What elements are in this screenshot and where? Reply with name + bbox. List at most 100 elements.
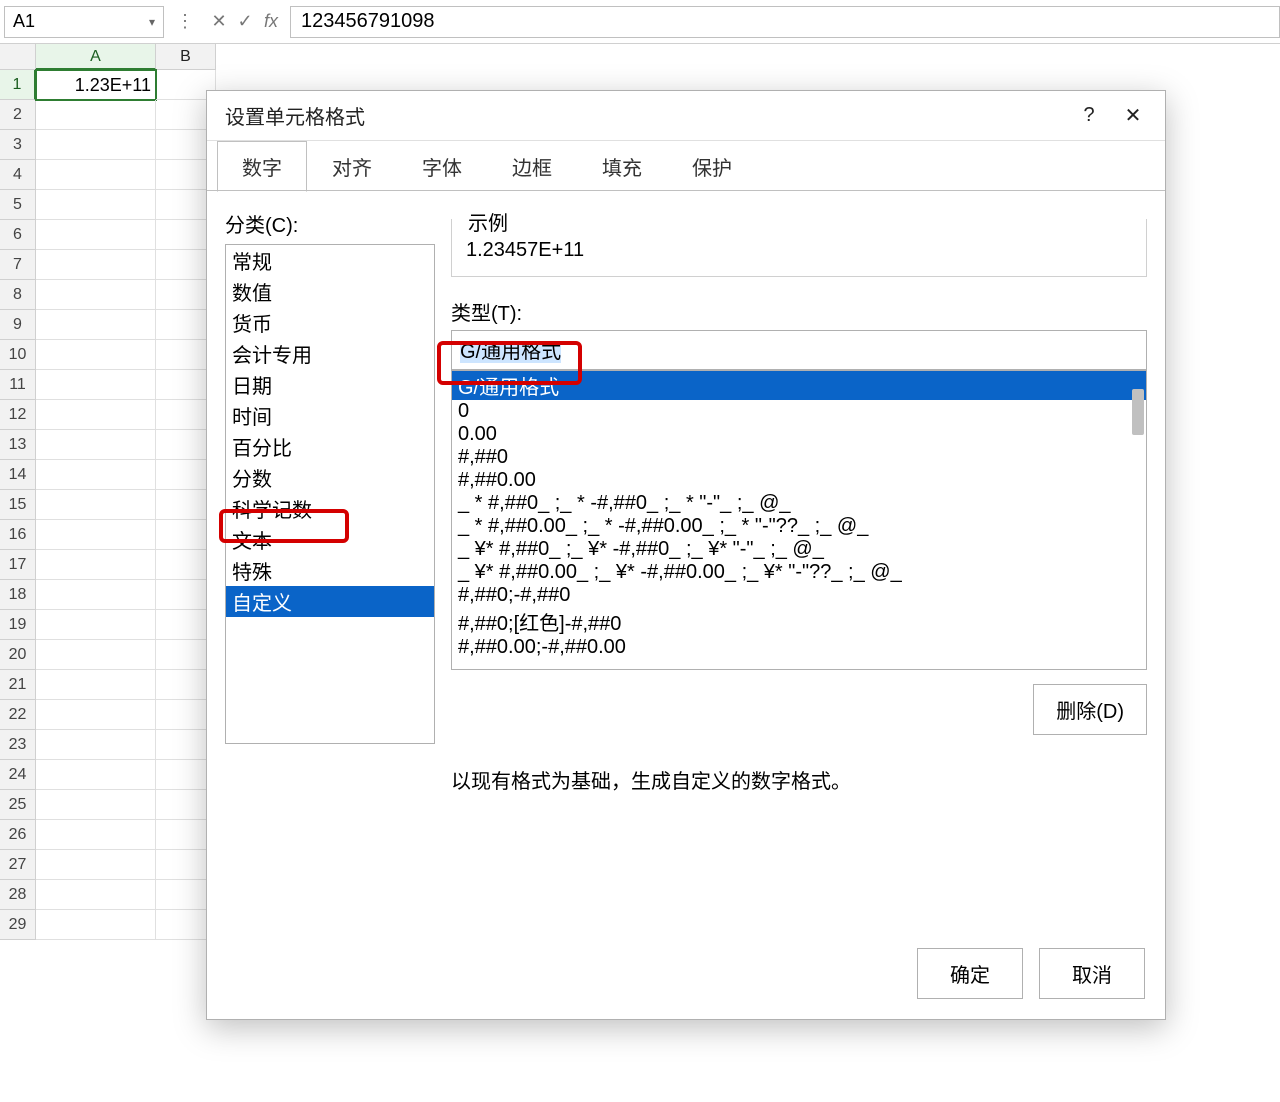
cell-a1[interactable]: 1.23E+11 [36, 70, 156, 100]
format-item[interactable]: _ * #,##0_ ;_ * -#,##0_ ;_ * "-"_ ;_ @_ [452, 492, 1146, 515]
tab-填充[interactable]: 填充 [577, 141, 667, 191]
category-item[interactable]: 货币 [226, 307, 434, 338]
row-header-11[interactable]: 11 [0, 370, 36, 400]
row-header-29[interactable]: 29 [0, 910, 36, 940]
row-header-4[interactable]: 4 [0, 160, 36, 190]
cell-a29[interactable] [36, 910, 156, 940]
column-header-b[interactable]: B [156, 44, 216, 70]
format-item[interactable]: #,##0 [452, 446, 1146, 469]
row-header-15[interactable]: 15 [0, 490, 36, 520]
category-item[interactable]: 百分比 [226, 431, 434, 462]
cell-a16[interactable] [36, 520, 156, 550]
ok-button[interactable]: 确定 [917, 948, 1023, 999]
row-header-26[interactable]: 26 [0, 820, 36, 850]
cell-a7[interactable] [36, 250, 156, 280]
cell-a18[interactable] [36, 580, 156, 610]
format-item[interactable]: _ ¥* #,##0_ ;_ ¥* -#,##0_ ;_ ¥* "-"_ ;_ … [452, 538, 1146, 561]
format-item[interactable]: 0.00 [452, 423, 1146, 446]
row-header-21[interactable]: 21 [0, 670, 36, 700]
row-header-16[interactable]: 16 [0, 520, 36, 550]
chevron-down-icon[interactable]: ▾ [149, 15, 155, 29]
cell-a5[interactable] [36, 190, 156, 220]
formula-bar-input[interactable]: 123456791098 [290, 6, 1280, 38]
tab-数字[interactable]: 数字 [217, 141, 307, 192]
row-header-12[interactable]: 12 [0, 400, 36, 430]
select-all-corner[interactable] [0, 44, 36, 70]
cell-a19[interactable] [36, 610, 156, 640]
category-item[interactable]: 日期 [226, 369, 434, 400]
format-item[interactable]: 0 [452, 400, 1146, 423]
cancel-button[interactable]: 取消 [1039, 948, 1145, 999]
row-header-24[interactable]: 24 [0, 760, 36, 790]
category-item[interactable]: 常规 [226, 245, 434, 276]
format-item[interactable]: #,##0;[红色]-#,##0 [452, 607, 1146, 636]
dialog-titlebar[interactable]: 设置单元格格式 ? ✕ [207, 91, 1165, 141]
cell-a24[interactable] [36, 760, 156, 790]
column-header-a[interactable]: A [36, 44, 156, 70]
row-header-8[interactable]: 8 [0, 280, 36, 310]
tab-字体[interactable]: 字体 [397, 141, 487, 191]
cell-a25[interactable] [36, 790, 156, 820]
cell-a15[interactable] [36, 490, 156, 520]
row-header-22[interactable]: 22 [0, 700, 36, 730]
cell-a28[interactable] [36, 880, 156, 910]
cell-a21[interactable] [36, 670, 156, 700]
category-item[interactable]: 特殊 [226, 555, 434, 586]
type-input[interactable]: G/通用格式 [451, 330, 1147, 370]
row-header-27[interactable]: 27 [0, 850, 36, 880]
row-header-10[interactable]: 10 [0, 340, 36, 370]
format-item[interactable]: #,##0;-#,##0 [452, 584, 1146, 607]
format-item[interactable]: _ ¥* #,##0.00_ ;_ ¥* -#,##0.00_ ;_ ¥* "-… [452, 561, 1146, 584]
cell-a22[interactable] [36, 700, 156, 730]
close-icon[interactable]: ✕ [1111, 96, 1155, 136]
fx-icon[interactable]: fx [258, 9, 284, 35]
cell-a12[interactable] [36, 400, 156, 430]
row-header-6[interactable]: 6 [0, 220, 36, 250]
cell-a26[interactable] [36, 820, 156, 850]
cell-a20[interactable] [36, 640, 156, 670]
row-header-5[interactable]: 5 [0, 190, 36, 220]
row-header-14[interactable]: 14 [0, 460, 36, 490]
cell-a3[interactable] [36, 130, 156, 160]
cell-a13[interactable] [36, 430, 156, 460]
category-item[interactable]: 自定义 [226, 586, 434, 617]
tab-对齐[interactable]: 对齐 [307, 141, 397, 191]
row-header-2[interactable]: 2 [0, 100, 36, 130]
cell-a6[interactable] [36, 220, 156, 250]
category-item[interactable]: 文本 [226, 524, 434, 555]
cancel-icon[interactable]: ✕ [206, 9, 232, 35]
cell-a2[interactable] [36, 100, 156, 130]
format-item[interactable]: _ * #,##0.00_ ;_ * -#,##0.00_ ;_ * "-"??… [452, 515, 1146, 538]
help-icon[interactable]: ? [1067, 96, 1111, 136]
row-header-13[interactable]: 13 [0, 430, 36, 460]
category-item[interactable]: 时间 [226, 400, 434, 431]
category-item[interactable]: 分数 [226, 462, 434, 493]
row-header-19[interactable]: 19 [0, 610, 36, 640]
cell-a14[interactable] [36, 460, 156, 490]
cell-a9[interactable] [36, 310, 156, 340]
row-header-3[interactable]: 3 [0, 130, 36, 160]
row-header-28[interactable]: 28 [0, 880, 36, 910]
check-icon[interactable]: ✓ [232, 9, 258, 35]
category-list[interactable]: 常规数值货币会计专用日期时间百分比分数科学记数文本特殊自定义 [225, 244, 435, 744]
category-item[interactable]: 科学记数 [226, 493, 434, 524]
name-box[interactable]: A1 ▾ [4, 6, 164, 38]
format-item[interactable]: #,##0.00;-#,##0.00 [452, 636, 1146, 659]
row-header-17[interactable]: 17 [0, 550, 36, 580]
cell-a23[interactable] [36, 730, 156, 760]
cell-a27[interactable] [36, 850, 156, 880]
cell-a4[interactable] [36, 160, 156, 190]
row-header-1[interactable]: 1 [0, 70, 36, 100]
cell-a8[interactable] [36, 280, 156, 310]
format-item[interactable]: #,##0.00 [452, 469, 1146, 492]
category-item[interactable]: 会计专用 [226, 338, 434, 369]
scrollbar-thumb[interactable] [1132, 389, 1144, 435]
delete-button[interactable]: 删除(D) [1033, 684, 1147, 735]
row-header-23[interactable]: 23 [0, 730, 36, 760]
row-header-7[interactable]: 7 [0, 250, 36, 280]
cell-a10[interactable] [36, 340, 156, 370]
cell-a17[interactable] [36, 550, 156, 580]
tab-边框[interactable]: 边框 [487, 141, 577, 191]
row-header-9[interactable]: 9 [0, 310, 36, 340]
tab-保护[interactable]: 保护 [667, 141, 757, 191]
